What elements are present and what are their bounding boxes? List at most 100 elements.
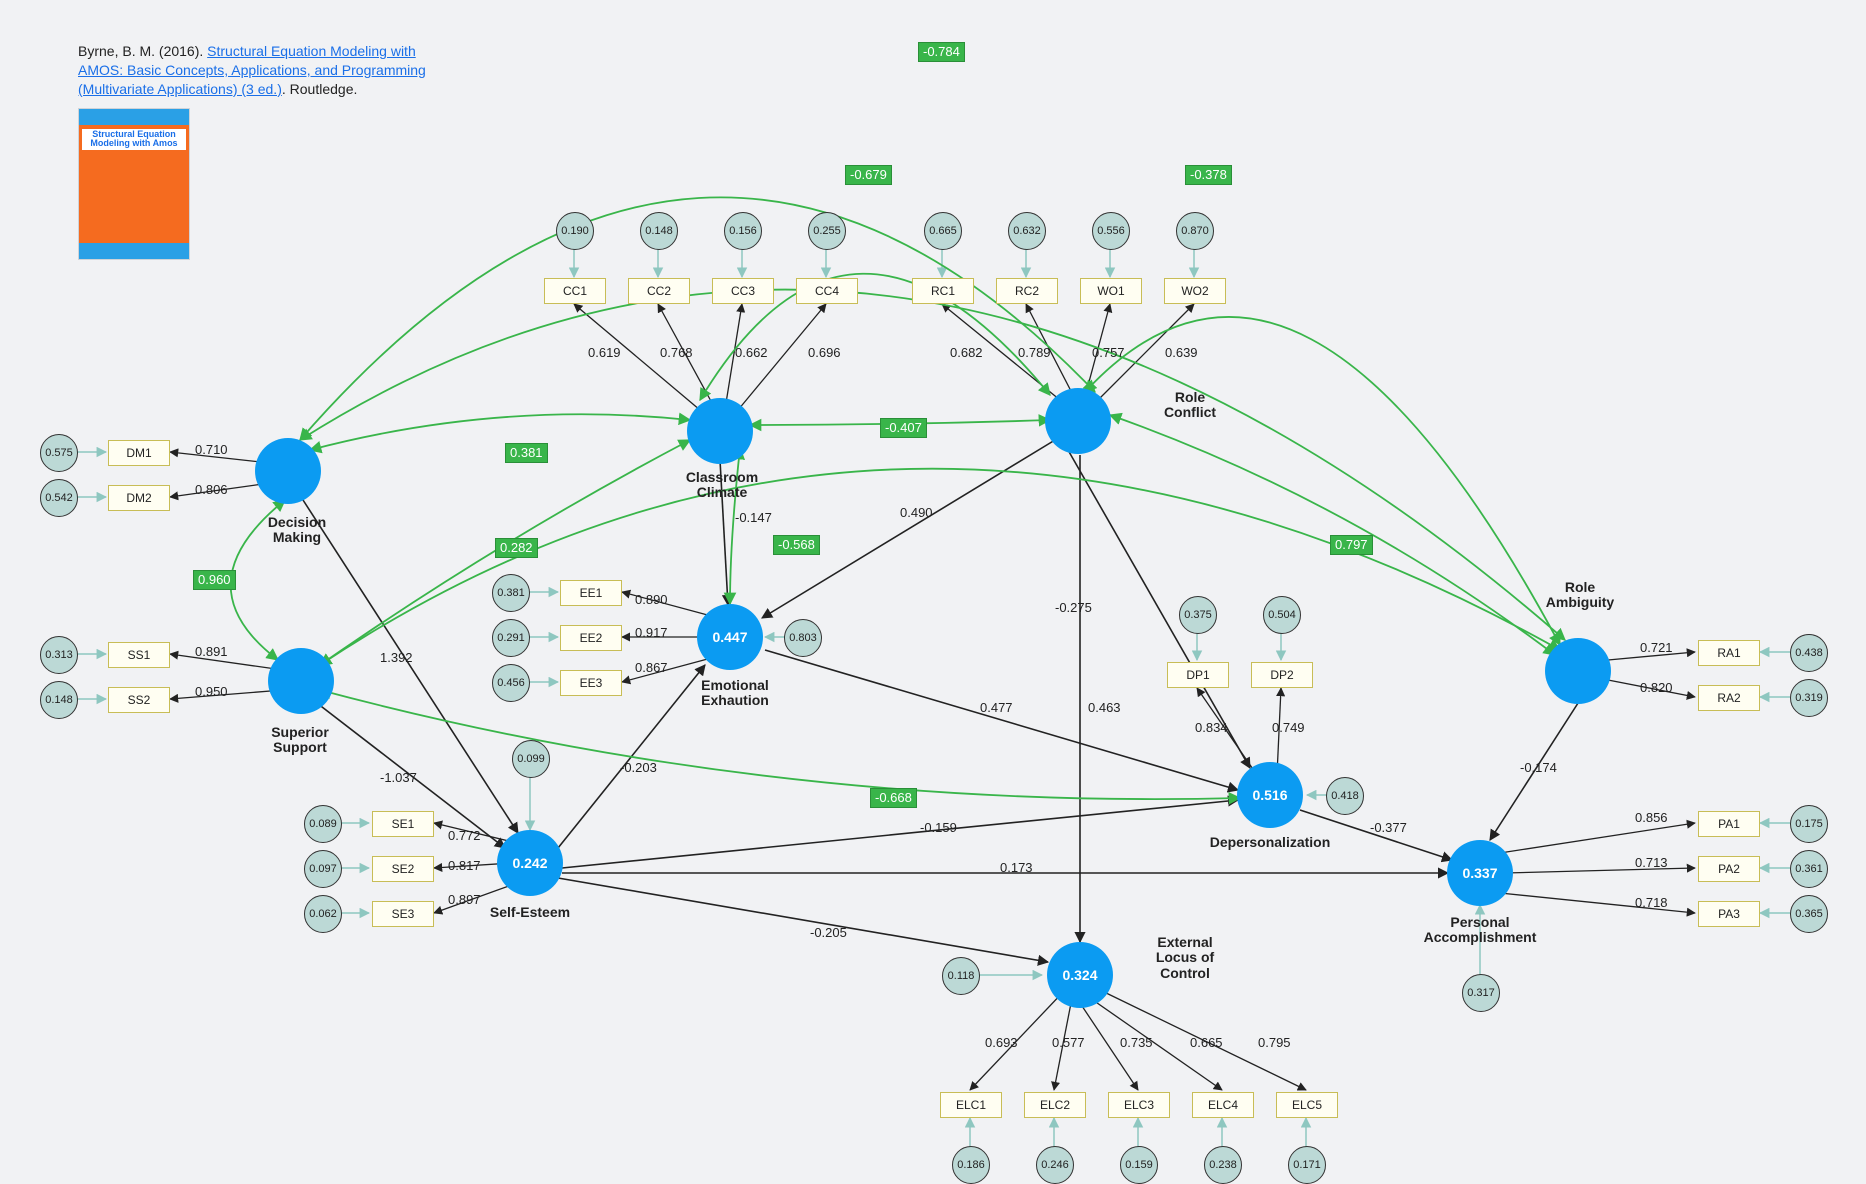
loading-SE3: 0.897 (448, 892, 481, 907)
loading-SE2: 0.817 (448, 858, 481, 873)
indicator-SS1: SS1 (108, 642, 170, 668)
error-ELC5: 0.171 (1288, 1146, 1326, 1184)
error-CC3: 0.156 (724, 212, 762, 250)
disturbance-EE: 0.803 (784, 619, 822, 657)
loading-ELC4: 0.665 (1190, 1035, 1223, 1050)
loading-RA1: 0.721 (1640, 640, 1673, 655)
indicator-CC1: CC1 (544, 278, 606, 304)
path-CC-EE: -0.147 (735, 510, 772, 525)
error-EE2: 0.291 (492, 619, 530, 657)
path-DM-SE: 1.392 (380, 650, 413, 665)
disturbance-PA: 0.317 (1462, 974, 1500, 1012)
citation-prefix: Byrne, B. M. (2016). (78, 43, 207, 59)
loading-PA3: 0.718 (1635, 895, 1668, 910)
cov-RC-RA: -0.378 (1185, 165, 1232, 185)
loading-RC1: 0.682 (950, 345, 983, 360)
indicator-EE2: EE2 (560, 625, 622, 651)
error-EE3: 0.456 (492, 664, 530, 702)
latent-classroom-climate (687, 398, 753, 464)
indicator-RA1: RA1 (1698, 640, 1760, 666)
error-WO2: 0.870 (1176, 212, 1214, 250)
label-role-ambiguity: Role Ambiguity (1530, 580, 1630, 611)
label-classroom-climate: Classroom Climate (672, 470, 772, 501)
loading-DP1: 0.834 (1195, 720, 1228, 735)
error-CC1: 0.190 (556, 212, 594, 250)
cov-RC-RA-mid: 0.797 (1330, 535, 1373, 555)
loading-EE2: 0.917 (635, 625, 668, 640)
latent-pa: 0.337 (1447, 840, 1513, 906)
path-SE-EE: -0.203 (620, 760, 657, 775)
cov-DM-RC: -0.784 (918, 42, 965, 62)
indicator-RC1: RC1 (912, 278, 974, 304)
cov-CC-RC-top: -0.679 (845, 165, 892, 185)
error-SS2: 0.148 (40, 681, 78, 719)
error-RA2: 0.319 (1790, 679, 1828, 717)
path-RC-ELC: 0.463 (1088, 700, 1121, 715)
error-RC2: 0.632 (1008, 212, 1046, 250)
error-DM1: 0.575 (40, 434, 78, 472)
indicator-ELC2: ELC2 (1024, 1092, 1086, 1118)
error-CC2: 0.148 (640, 212, 678, 250)
loading-CC3: 0.662 (735, 345, 768, 360)
loading-DM2: 0.806 (195, 482, 228, 497)
label-self-esteem: Self-Esteem (480, 905, 580, 920)
loading-SS2: 0.950 (195, 684, 228, 699)
value-dp: 0.516 (1252, 787, 1287, 803)
error-ELC2: 0.246 (1036, 1146, 1074, 1184)
indicator-SE1: SE1 (372, 811, 434, 837)
error-PA3: 0.365 (1790, 895, 1828, 933)
indicator-ELC5: ELC5 (1276, 1092, 1338, 1118)
label-pa: Personal Accomplishment (1400, 915, 1560, 946)
value-self-esteem: 0.242 (512, 855, 547, 871)
label-role-conflict: Role Conflict (1150, 390, 1230, 421)
loading-ELC1: 0.693 (985, 1035, 1018, 1050)
loading-PA2: 0.713 (1635, 855, 1668, 870)
indicator-DM2: DM2 (108, 485, 170, 511)
loading-CC2: 0.768 (660, 345, 693, 360)
cov-SS-CC: 0.282 (495, 538, 538, 558)
value-pa: 0.337 (1462, 865, 1497, 881)
error-DP1: 0.375 (1179, 596, 1217, 634)
citation-suffix: . Routledge. (282, 81, 358, 97)
indicator-WO1: WO1 (1080, 278, 1142, 304)
error-RC1: 0.665 (924, 212, 962, 250)
latent-self-esteem: 0.242 (497, 830, 563, 896)
error-CC4: 0.255 (808, 212, 846, 250)
path-DP-PA: -0.377 (1370, 820, 1407, 835)
path-EE-DP: 0.477 (980, 700, 1013, 715)
loading-SE1: 0.772 (448, 828, 481, 843)
error-PA2: 0.361 (1790, 850, 1828, 888)
error-EE1: 0.381 (492, 574, 530, 612)
indicator-DM1: DM1 (108, 440, 170, 466)
citation-text: Byrne, B. M. (2016). Structural Equation… (78, 42, 438, 99)
latent-decision-making (255, 438, 321, 504)
cov-SS-DP: -0.668 (870, 788, 917, 808)
loading-ELC3: 0.735 (1120, 1035, 1153, 1050)
cov-CC-EE: -0.568 (773, 535, 820, 555)
value-ee: 0.447 (712, 629, 747, 645)
label-elc: External Locus of Control (1140, 935, 1230, 981)
path-SE-PA: 0.173 (1000, 860, 1033, 875)
error-SS1: 0.313 (40, 636, 78, 674)
error-ELC1: 0.186 (952, 1146, 990, 1184)
loading-CC4: 0.696 (808, 345, 841, 360)
indicator-PA2: PA2 (1698, 856, 1760, 882)
cov-CC-RC: -0.407 (880, 418, 927, 438)
path-SE-ELC: -0.205 (810, 925, 847, 940)
error-SE2: 0.097 (304, 850, 342, 888)
book-title: Structural Equation Modeling with Amos (82, 129, 186, 150)
cov-DM-SS: 0.960 (193, 570, 236, 590)
indicator-WO2: WO2 (1164, 278, 1226, 304)
loading-EE1: 0.890 (635, 592, 668, 607)
error-SE1: 0.089 (304, 805, 342, 843)
indicator-CC2: CC2 (628, 278, 690, 304)
indicator-EE1: EE1 (560, 580, 622, 606)
latent-depersonalization: 0.516 (1237, 762, 1303, 828)
indicator-PA1: PA1 (1698, 811, 1760, 837)
indicator-EE3: EE3 (560, 670, 622, 696)
label-superior-support: Superior Support (250, 725, 350, 756)
cov-DM-CC: 0.381 (505, 443, 548, 463)
loading-EE3: 0.867 (635, 660, 668, 675)
loading-DM1: 0.710 (195, 442, 228, 457)
error-ELC3: 0.159 (1120, 1146, 1158, 1184)
